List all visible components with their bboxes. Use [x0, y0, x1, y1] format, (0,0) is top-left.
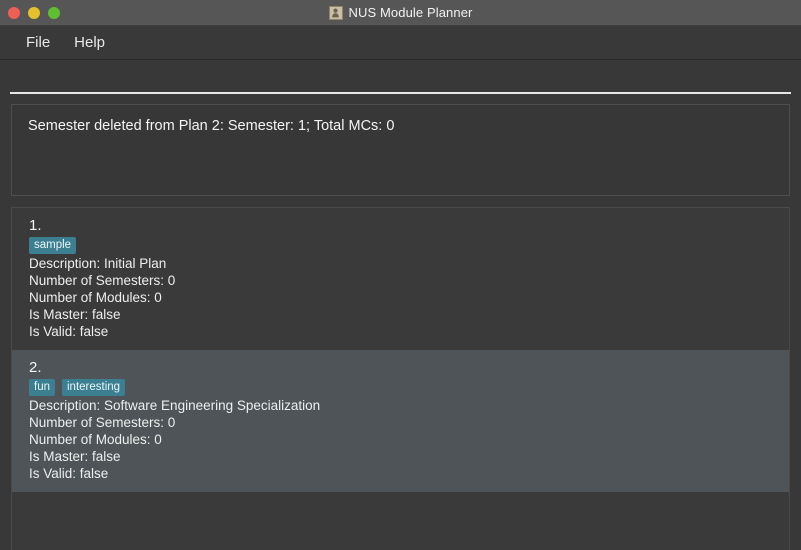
menu-help[interactable]: Help [62, 31, 117, 55]
plan-is-valid: Is Valid: false [29, 466, 109, 481]
plan-tag: interesting [62, 378, 126, 396]
traffic-light-group [0, 6, 60, 19]
plan-tag: sample [29, 236, 77, 254]
plan-num-semesters: Number of Semesters: 0 [29, 273, 176, 288]
plan-index: 2. [29, 359, 42, 376]
plan-tag-row: sample [29, 236, 789, 254]
plan-num-semesters: Number of Semesters: 0 [29, 415, 176, 430]
command-box[interactable] [10, 60, 791, 94]
title-bar-center: NUS Module Planner [0, 0, 801, 25]
command-input[interactable] [10, 68, 791, 84]
result-display-box: Semester deleted from Plan 2: Semester: … [11, 104, 790, 196]
plan-tag-row: fun interesting [29, 378, 789, 396]
plan-list-item[interactable]: 2. fun interesting Description: Software… [12, 350, 789, 492]
plan-description: Description: Software Engineering Specia… [29, 398, 321, 413]
result-message: Semester deleted from Plan 2: Semester: … [28, 118, 395, 134]
window-title: NUS Module Planner [348, 5, 473, 20]
menu-bar: File Help [0, 26, 801, 60]
maximize-window-button[interactable] [48, 6, 60, 19]
plan-tag: fun [29, 378, 55, 396]
close-window-button[interactable] [8, 6, 20, 19]
app-window: NUS Module Planner File Help Semester de… [0, 0, 801, 550]
duke-app-icon [328, 5, 343, 20]
plan-is-master: Is Master: false [29, 307, 121, 322]
plan-index: 1. [29, 217, 42, 234]
plan-description: Description: Initial Plan [29, 256, 167, 271]
plan-is-valid: Is Valid: false [29, 324, 109, 339]
plan-list-item[interactable]: 1. sample Description: Initial Plan Numb… [12, 208, 789, 350]
result-display-wrapper: Semester deleted from Plan 2: Semester: … [0, 94, 801, 196]
main-content: Semester deleted from Plan 2: Semester: … [0, 60, 801, 550]
plan-is-master: Is Master: false [29, 449, 121, 464]
title-bar: NUS Module Planner [0, 0, 801, 26]
minimize-window-button[interactable] [28, 6, 40, 19]
plan-num-modules: Number of Modules: 0 [29, 290, 162, 305]
menu-file[interactable]: File [14, 31, 62, 55]
plan-num-modules: Number of Modules: 0 [29, 432, 162, 447]
plan-list-panel[interactable]: 1. sample Description: Initial Plan Numb… [11, 207, 790, 550]
plan-list: 1. sample Description: Initial Plan Numb… [12, 208, 789, 492]
